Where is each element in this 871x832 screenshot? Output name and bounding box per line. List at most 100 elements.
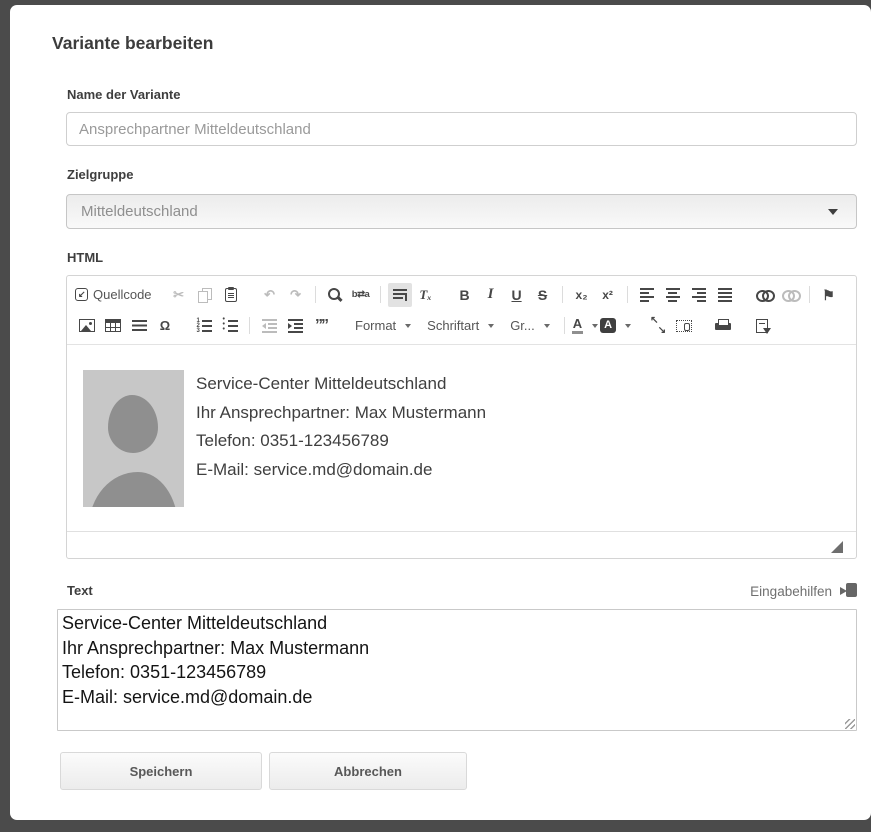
search-button[interactable] [323, 283, 347, 307]
toolbar-row-1: Quellcode ✂ ↶ ↷ b⇄a Tₓ BIUSx₂ x² ⚑ [74, 279, 849, 310]
anchor-flag-icon: ⚑ [822, 288, 835, 302]
text-textarea[interactable]: Service-Center Mitteldeutschland Ihr Ans… [57, 609, 857, 731]
templates-button[interactable] [750, 314, 774, 338]
subscript-icon: x₂ [576, 289, 588, 301]
table-icon [105, 319, 121, 332]
textarea-resize-handle[interactable] [845, 719, 855, 729]
toolbar-separator [627, 286, 628, 303]
select-all-icon [393, 288, 407, 301]
format-combo[interactable]: Format [348, 314, 418, 338]
format-combo-label: Format [355, 318, 396, 333]
remove-format-button[interactable]: Tₓ [414, 283, 438, 307]
size-combo[interactable]: Gr... [503, 314, 557, 338]
toolbar-separator [315, 286, 316, 303]
editor-text: Service-Center Mitteldeutschland Ihr Ans… [196, 370, 486, 484]
special-char-button[interactable]: Ω [153, 314, 177, 338]
superscript-icon: x² [602, 289, 613, 301]
html-richtext-editor: Quellcode ✂ ↶ ↷ b⇄a Tₓ BIUSx₂ x² ⚑ Ω ”” Format Schr… [66, 275, 857, 559]
image-icon [79, 319, 95, 332]
redo-icon: ↷ [290, 288, 301, 301]
source-code-icon [75, 288, 88, 301]
caret-down-icon [544, 324, 550, 328]
paste-button[interactable] [219, 283, 243, 307]
text-label: Text [67, 584, 93, 598]
toolbar-separator [249, 317, 250, 334]
font-combo[interactable]: Schriftart [420, 314, 501, 338]
anchor-button[interactable]: ⚑ [817, 283, 841, 307]
underline-button[interactable]: U [505, 283, 529, 307]
print-button[interactable] [711, 314, 735, 338]
contact-photo-placeholder[interactable] [83, 370, 184, 507]
toolbar-separator [380, 286, 381, 303]
align-center-icon [666, 288, 680, 302]
italic-button[interactable]: I [479, 283, 503, 307]
editor-text-line: Ihr Ansprechpartner: Max Mustermann [196, 399, 486, 428]
unlink-icon [782, 290, 798, 300]
templates-icon [756, 319, 768, 333]
blockquote-icon: ”” [315, 318, 327, 334]
eingabehilfen-label: Eingabehilfen [750, 584, 832, 599]
editor-text-line: E-Mail: service.md@domain.de [196, 456, 486, 485]
maximize-icon [651, 319, 665, 333]
source-button[interactable]: Quellcode [75, 283, 152, 307]
italic-icon: I [488, 287, 494, 302]
save-button[interactable]: Speichern [60, 752, 262, 790]
align-right-icon [692, 288, 706, 302]
text-color-button[interactable]: A [572, 314, 598, 338]
zielgruppe-label: Zielgruppe [67, 168, 857, 182]
zielgruppe-selected-value: Mitteldeutschland [81, 203, 198, 220]
source-button-label: Quellcode [93, 287, 152, 302]
cut-button[interactable]: ✂ [167, 283, 191, 307]
editor-text-line: Telefon: 0351-123456789 [196, 427, 486, 456]
horizontal-rule-button[interactable] [127, 314, 151, 338]
toolbar-separator [562, 286, 563, 303]
dialog-title: Variante bearbeiten [52, 33, 857, 54]
indent-button[interactable] [283, 314, 307, 338]
editor-resize-handle[interactable] [831, 541, 843, 553]
editor-text-line: Service-Center Mitteldeutschland [196, 370, 486, 399]
align-center-button[interactable] [661, 283, 685, 307]
undo-icon: ↶ [264, 288, 275, 301]
ordered-list-button[interactable] [192, 314, 216, 338]
unlink-button[interactable] [778, 283, 802, 307]
unordered-list-icon [223, 319, 238, 332]
print-icon [715, 319, 731, 333]
indent-icon [288, 319, 303, 333]
outdent-icon [262, 319, 277, 333]
superscript-button[interactable]: x² [596, 283, 620, 307]
link-button[interactable] [752, 283, 776, 307]
redo-button[interactable]: ↷ [284, 283, 308, 307]
align-justify-button[interactable] [713, 283, 737, 307]
subscript-button[interactable]: x₂ [570, 283, 594, 307]
ordered-list-icon [197, 319, 212, 332]
omega-icon: Ω [160, 319, 170, 332]
undo-button[interactable]: ↶ [258, 283, 282, 307]
table-button[interactable] [101, 314, 125, 338]
select-all-button[interactable] [388, 283, 412, 307]
edit-variant-dialog: Variante bearbeiten Name der Variante Zi… [10, 5, 871, 820]
image-button[interactable] [75, 314, 99, 338]
bg-color-button[interactable]: A [600, 314, 631, 338]
outdent-button[interactable] [257, 314, 281, 338]
editor-toolbar: Quellcode ✂ ↶ ↷ b⇄a Tₓ BIUSx₂ x² ⚑ Ω ”” Format Schr… [67, 276, 856, 345]
maximize-button[interactable] [646, 314, 670, 338]
eingabehilfen-link[interactable]: Eingabehilfen [750, 583, 857, 599]
strikethrough-button[interactable]: S [531, 283, 555, 307]
caret-down-icon [488, 324, 494, 328]
align-left-button[interactable] [635, 283, 659, 307]
editor-content-area[interactable]: Service-Center Mitteldeutschland Ihr Ans… [67, 345, 856, 531]
size-combo-label: Gr... [510, 318, 535, 333]
zielgruppe-select[interactable]: Mitteldeutschland [66, 194, 857, 229]
modal-backdrop: { "dialog": { "title": "Variante bearbei… [0, 0, 871, 832]
align-right-button[interactable] [687, 283, 711, 307]
bold-button[interactable]: B [453, 283, 477, 307]
cancel-button[interactable]: Abbrechen [269, 752, 467, 790]
align-justify-icon [718, 288, 732, 302]
replace-button[interactable]: b⇄a [349, 283, 373, 307]
show-blocks-button[interactable] [672, 314, 696, 338]
copy-button[interactable] [193, 283, 217, 307]
blockquote-button[interactable]: ”” [309, 314, 333, 338]
toolbar-row-2: Ω ”” Format Schriftart Gr... AA [74, 310, 849, 341]
variant-name-input[interactable] [66, 112, 857, 146]
unordered-list-button[interactable] [218, 314, 242, 338]
